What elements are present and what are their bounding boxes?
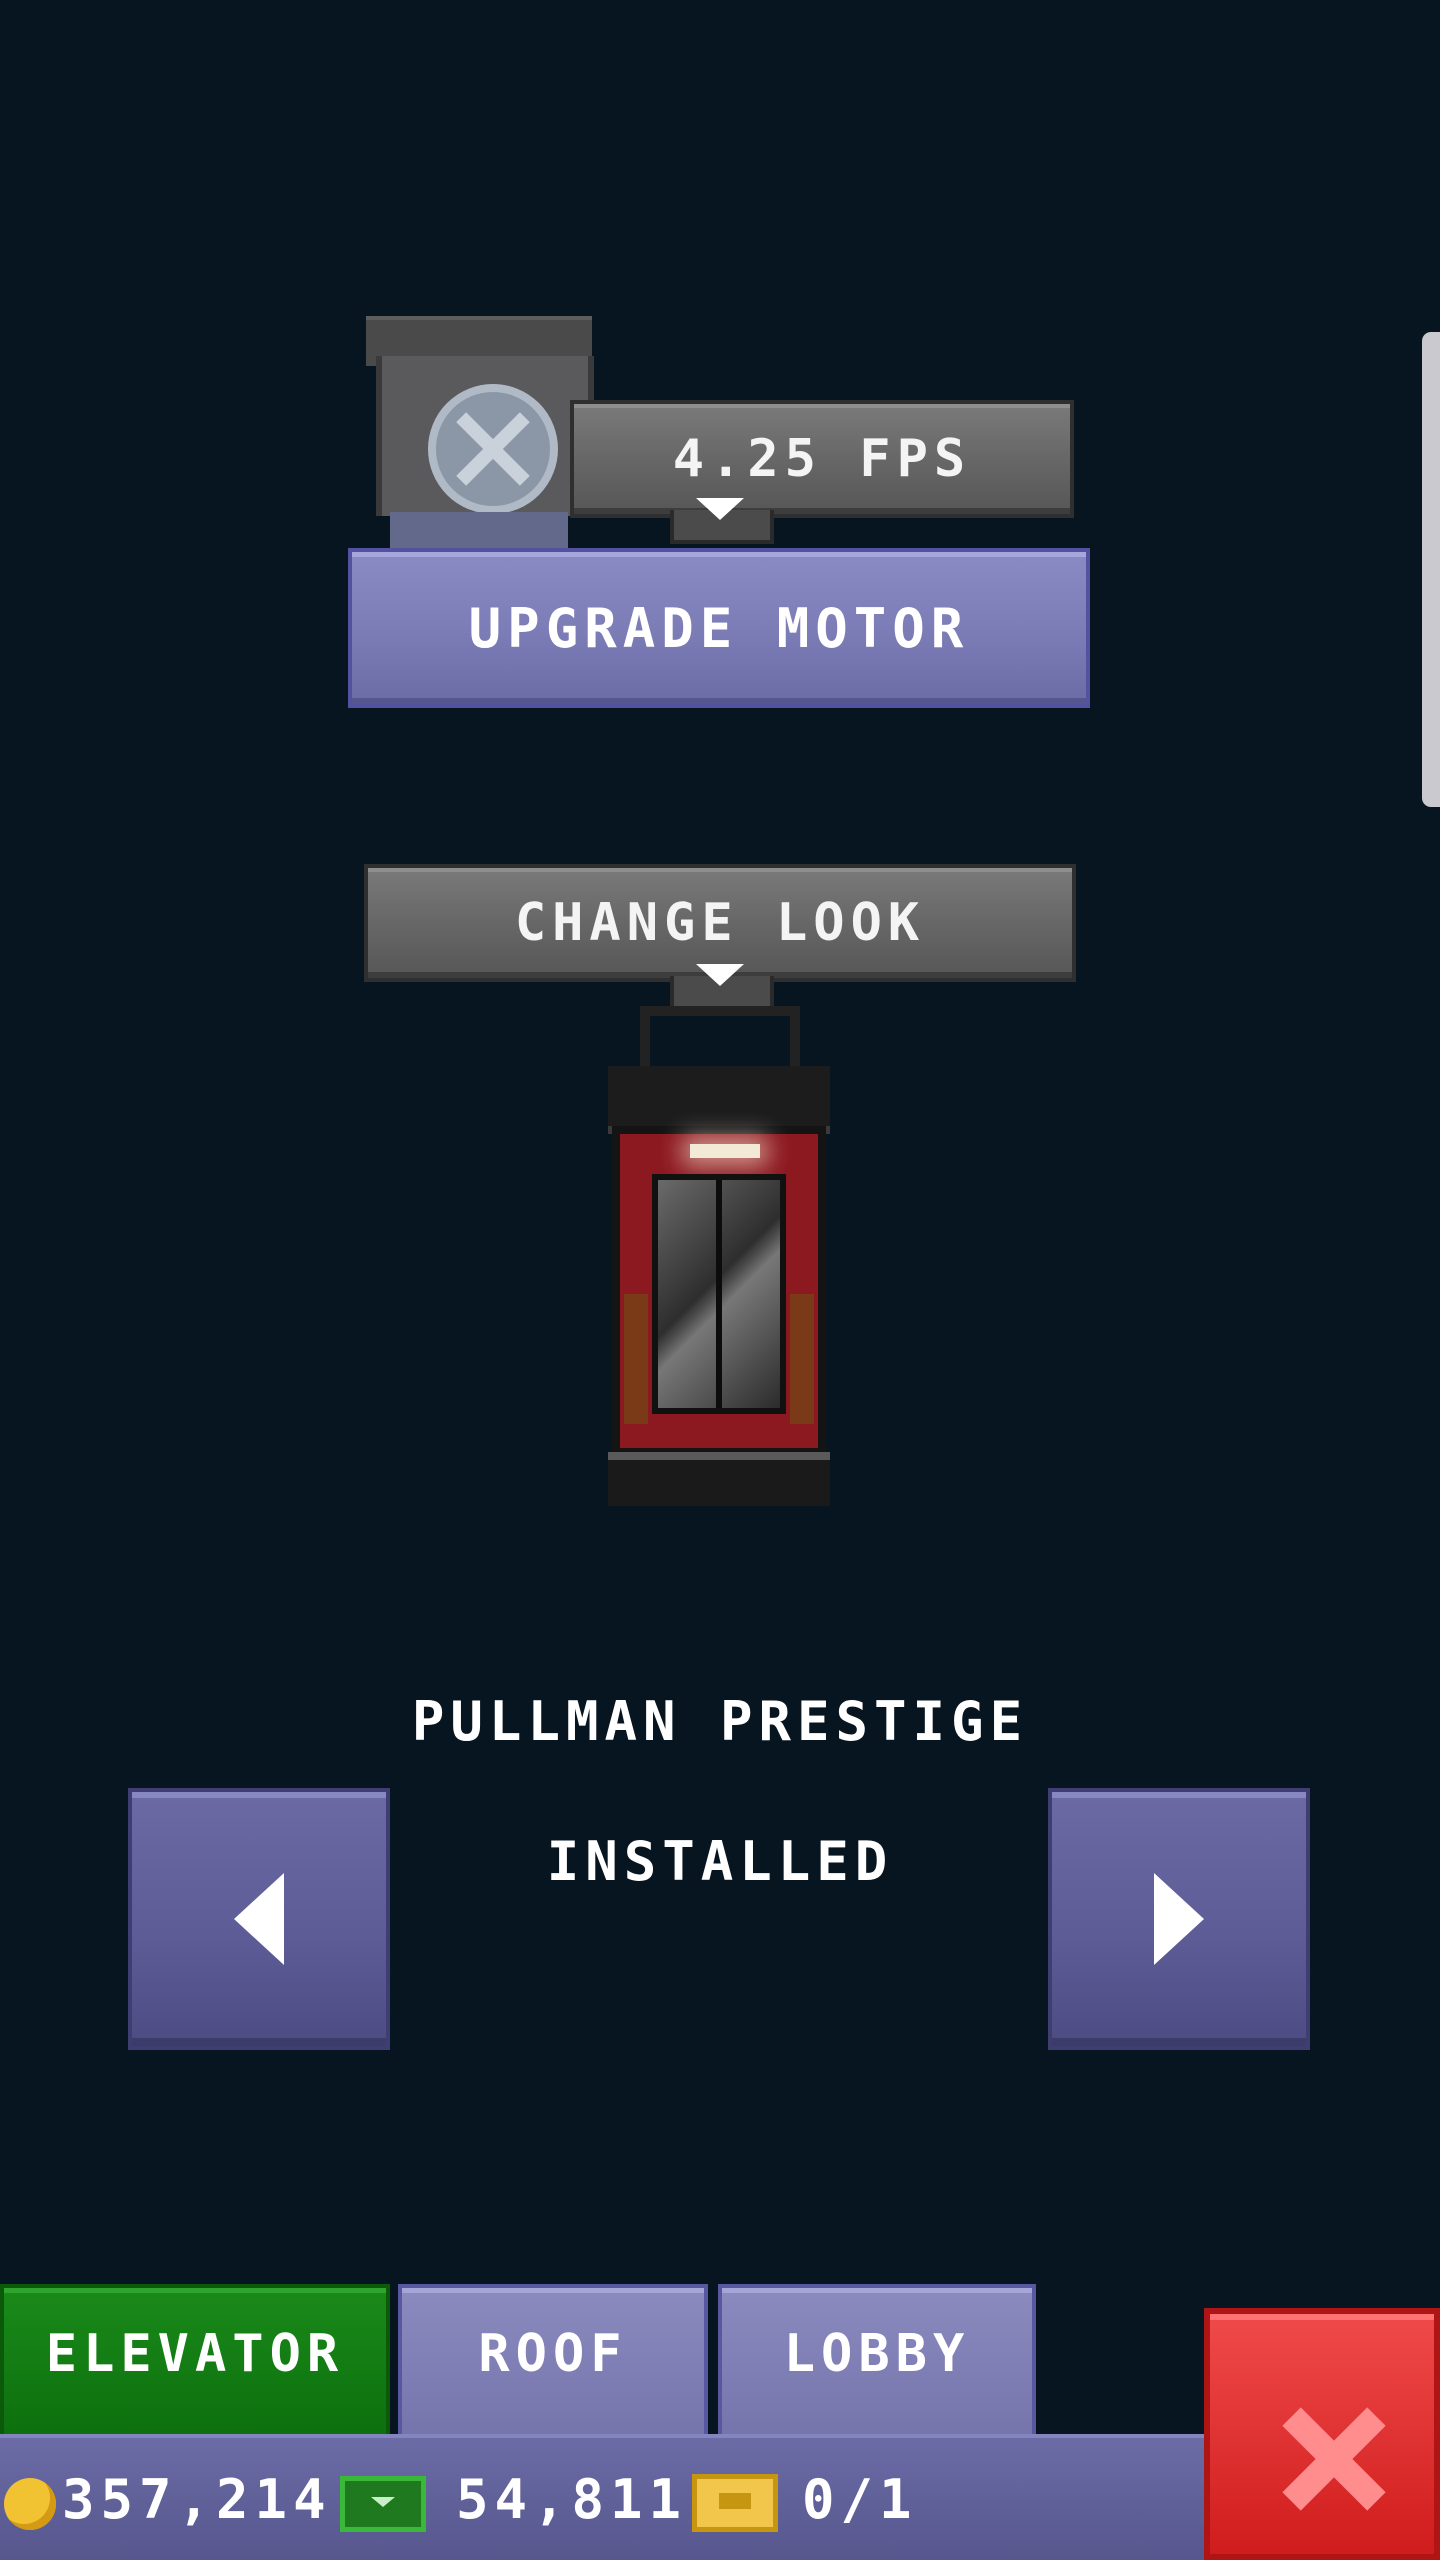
close-button[interactable]: [1204, 2308, 1440, 2560]
tab-roof-label: ROOF: [478, 2324, 628, 2384]
coin-icon: [4, 2478, 56, 2530]
upgrade-motor-label: UPGRADE MOTOR: [468, 596, 970, 660]
chevron-down-icon: [696, 964, 744, 986]
tab-elevator[interactable]: ELEVATOR: [0, 2284, 390, 2438]
upgrade-motor-button[interactable]: UPGRADE MOTOR: [348, 548, 1090, 708]
elevator-style-name: PULLMAN PRESTIGE: [411, 1690, 1029, 1753]
ticket-icon: [692, 2474, 778, 2532]
motor-speed-label: 4.25 FPS: [570, 400, 1074, 518]
arrow-right-icon: [1154, 1873, 1204, 1965]
motor-icon: [366, 316, 594, 548]
elevator-cab-preview: [604, 1006, 834, 1516]
close-icon: [1274, 2398, 1394, 2518]
previous-style-button[interactable]: [128, 1788, 390, 2050]
tab-lobby[interactable]: LOBBY: [718, 2284, 1036, 2438]
tab-roof[interactable]: ROOF: [398, 2284, 708, 2438]
tickets-count: 0/1: [802, 2468, 918, 2531]
scroll-handle[interactable]: [1422, 332, 1440, 807]
bux-count: 54,811: [456, 2468, 688, 2531]
next-style-button[interactable]: [1048, 1788, 1310, 2050]
arrow-left-icon: [234, 1873, 284, 1965]
tab-lobby-label: LOBBY: [783, 2324, 971, 2384]
chevron-down-icon: [696, 498, 744, 520]
coins-count: 357,214: [62, 2468, 332, 2531]
change-look-text: CHANGE LOOK: [514, 893, 926, 953]
tab-elevator-label: ELEVATOR: [45, 2324, 345, 2384]
bux-icon: [340, 2476, 426, 2532]
motor-speed-text: 4.25 FPS: [672, 429, 972, 489]
